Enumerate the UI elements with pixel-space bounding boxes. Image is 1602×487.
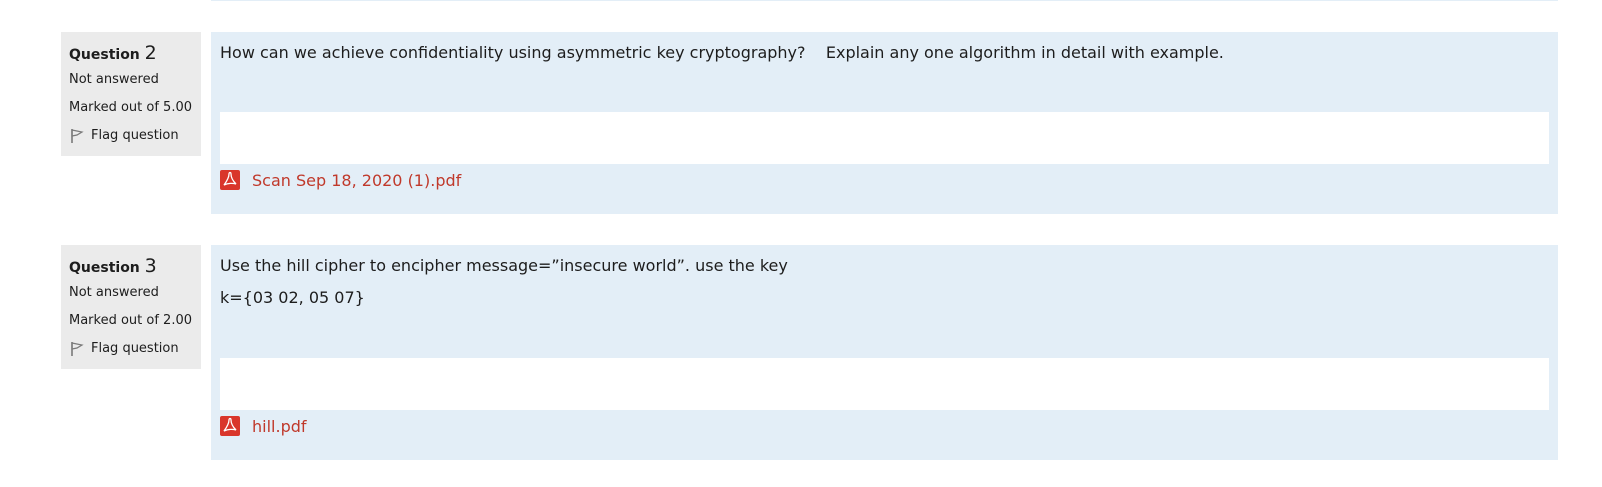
question-title: Question 3: [69, 255, 193, 279]
attachment-filename[interactable]: hill.pdf: [252, 417, 307, 436]
question-title: Question 2: [69, 42, 193, 66]
question-number: 2: [144, 42, 157, 64]
question-text-line: k={03 02, 05 07}: [220, 288, 365, 307]
question-grade: Marked out of 5.00: [69, 100, 193, 115]
top-divider: [211, 0, 1558, 1]
question-text: Use the hill cipher to encipher message=…: [220, 255, 1549, 309]
question-3: Question 3 Not answered Marked out of 2.…: [0, 245, 1602, 460]
question-grade: Marked out of 2.00: [69, 313, 193, 328]
flag-question-label: Flag question: [91, 341, 179, 356]
flag-question-button[interactable]: Flag question: [69, 128, 193, 144]
question-state: Not answered: [69, 285, 159, 300]
flag-icon: [69, 128, 85, 144]
question-state: Not answered: [69, 72, 159, 87]
pdf-icon: [220, 170, 240, 190]
attachment-filename[interactable]: Scan Sep 18, 2020 (1).pdf: [252, 171, 461, 190]
question-2: Question 2 Not answered Marked out of 5.…: [0, 32, 1602, 214]
question-info: Question 3 Not answered Marked out of 2.…: [61, 245, 201, 369]
attachment-link[interactable]: Scan Sep 18, 2020 (1).pdf: [220, 167, 1549, 193]
question-text: How can we achieve confidentiality using…: [220, 42, 1549, 64]
flag-question-button[interactable]: Flag question: [69, 341, 193, 357]
question-info: Question 2 Not answered Marked out of 5.…: [61, 32, 201, 156]
attachment-link[interactable]: hill.pdf: [220, 413, 1549, 439]
question-number: 3: [144, 255, 157, 277]
question-text-line: How can we achieve confidentiality using…: [220, 43, 1224, 62]
question-label: Question: [69, 47, 140, 63]
flag-icon: [69, 341, 85, 357]
question-label: Question: [69, 260, 140, 276]
answer-area[interactable]: [220, 112, 1549, 164]
pdf-icon: [220, 416, 240, 436]
question-content: Use the hill cipher to encipher message=…: [211, 245, 1558, 460]
answer-area[interactable]: [220, 358, 1549, 410]
flag-question-label: Flag question: [91, 128, 179, 143]
question-content: How can we achieve confidentiality using…: [211, 32, 1558, 214]
question-text-line: Use the hill cipher to encipher message=…: [220, 256, 788, 275]
